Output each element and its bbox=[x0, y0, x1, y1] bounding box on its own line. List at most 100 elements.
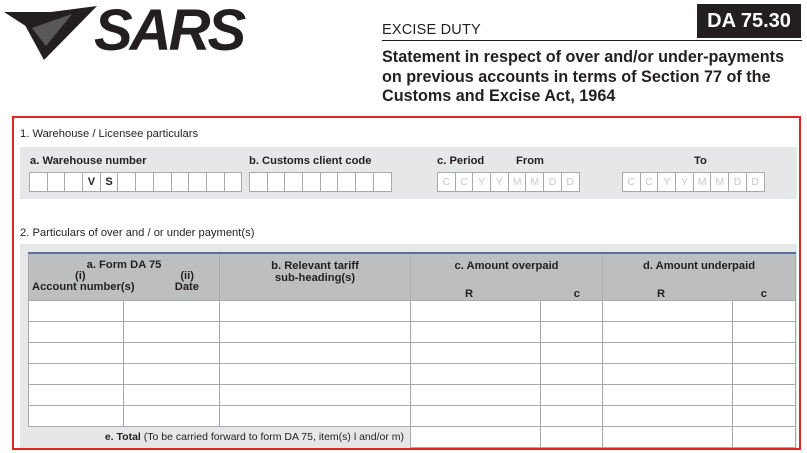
overpaid-cents-cell[interactable] bbox=[539, 363, 604, 385]
period-to-box[interactable]: Y bbox=[675, 172, 694, 192]
date-cell[interactable] bbox=[123, 363, 220, 385]
section2-title: 2. Particulars of over and / or under pa… bbox=[20, 227, 255, 239]
overpaid-rand-cell[interactable] bbox=[410, 321, 541, 343]
underpaid-rand-cell[interactable] bbox=[602, 363, 734, 385]
period-to-box[interactable]: C bbox=[622, 172, 641, 192]
date-cell[interactable] bbox=[123, 405, 220, 427]
period-from-field[interactable]: CCYYMMDD bbox=[437, 172, 580, 192]
period-to-box[interactable]: M bbox=[692, 172, 712, 192]
period-from-box[interactable]: C bbox=[437, 172, 456, 192]
col-account-number: Account number(s) bbox=[32, 281, 135, 293]
overpaid-rand-cell[interactable] bbox=[410, 363, 541, 385]
overpaid-rand-cell[interactable] bbox=[410, 342, 541, 364]
client-code-field[interactable] bbox=[249, 172, 392, 192]
period-from-box[interactable]: M bbox=[507, 172, 527, 192]
tariff-cell[interactable] bbox=[219, 384, 411, 406]
account-number-cell[interactable] bbox=[28, 405, 124, 427]
underpaid-cents-cell[interactable] bbox=[732, 405, 797, 427]
client-code-box[interactable] bbox=[355, 172, 374, 192]
underpaid-cents-cell[interactable] bbox=[732, 342, 797, 364]
warehouse-number-box[interactable] bbox=[29, 172, 48, 192]
tariff-cell[interactable] bbox=[219, 363, 411, 385]
total-overpaid-rand[interactable] bbox=[410, 426, 541, 448]
warehouse-number-box[interactable] bbox=[152, 172, 172, 192]
col-underpaid-label: d. Amount underpaid bbox=[642, 260, 756, 272]
underpaid-rand-cell[interactable] bbox=[602, 342, 734, 364]
logo-wordmark: SARS bbox=[94, 0, 246, 63]
col-overpaid-label: c. Amount overpaid bbox=[454, 260, 559, 272]
underpaid-cents-cell[interactable] bbox=[732, 300, 797, 322]
overpaid-cents-cell[interactable] bbox=[539, 300, 604, 322]
warehouse-number-box[interactable] bbox=[46, 172, 66, 192]
overpaid-rand-cell[interactable] bbox=[410, 384, 541, 406]
total-underpaid-rand[interactable] bbox=[602, 426, 734, 448]
account-number-cell[interactable] bbox=[28, 384, 124, 406]
client-code-box[interactable] bbox=[249, 172, 268, 192]
form-code-badge: DA 75.30 bbox=[697, 4, 801, 38]
warehouse-number-box[interactable] bbox=[117, 172, 137, 192]
underpaid-rand-cell[interactable] bbox=[602, 384, 734, 406]
underpaid-rand-cell[interactable] bbox=[602, 321, 734, 343]
overpaid-cents-cell[interactable] bbox=[539, 342, 604, 364]
client-code-box[interactable] bbox=[337, 172, 357, 192]
total-underpaid-cents[interactable] bbox=[732, 426, 797, 448]
warehouse-number-box[interactable]: S bbox=[99, 172, 119, 192]
date-cell[interactable] bbox=[123, 321, 220, 343]
overpaid-rand-cell[interactable] bbox=[410, 300, 541, 322]
client-code-box[interactable] bbox=[284, 172, 304, 192]
account-number-cell[interactable] bbox=[28, 342, 124, 364]
warehouse-number-box[interactable] bbox=[135, 172, 154, 192]
period-to-box[interactable]: C bbox=[639, 172, 659, 192]
client-code-box[interactable] bbox=[319, 172, 339, 192]
period-from-box[interactable]: D bbox=[543, 172, 562, 192]
overpaid-cents-cell[interactable] bbox=[539, 384, 604, 406]
period-to-field[interactable]: CCYYMMDD bbox=[622, 172, 765, 192]
period-to-box[interactable]: D bbox=[745, 172, 765, 192]
date-cell[interactable] bbox=[123, 384, 220, 406]
period-from-box[interactable]: D bbox=[560, 172, 580, 192]
client-code-box[interactable] bbox=[372, 172, 392, 192]
period-to-box[interactable]: Y bbox=[657, 172, 677, 192]
date-cell[interactable] bbox=[123, 300, 220, 322]
col-tariff-label: b. Relevant tariff sub-heading(s) bbox=[271, 260, 359, 284]
payments-table: a. Form DA 75 (i) (ii) Account number(s)… bbox=[28, 252, 797, 448]
period-from-label: From bbox=[516, 155, 544, 167]
period-from-box[interactable]: M bbox=[525, 172, 545, 192]
overpaid-cents-cell[interactable] bbox=[539, 321, 604, 343]
period-from-box[interactable]: Y bbox=[472, 172, 492, 192]
account-number-cell[interactable] bbox=[28, 321, 124, 343]
underpaid-cents-label: c bbox=[760, 288, 768, 300]
col-form-da75-header: a. Form DA 75 (i) (ii) Account number(s)… bbox=[28, 252, 220, 301]
warehouse-number-field[interactable]: VS bbox=[29, 172, 243, 192]
total-overpaid-cents[interactable] bbox=[539, 426, 604, 448]
warehouse-number-box[interactable] bbox=[205, 172, 225, 192]
overpaid-rand-cell[interactable] bbox=[410, 405, 541, 427]
tariff-cell[interactable] bbox=[219, 342, 411, 364]
period-from-box[interactable]: C bbox=[454, 172, 474, 192]
period-to-box[interactable]: D bbox=[728, 172, 747, 192]
date-cell[interactable] bbox=[123, 342, 220, 364]
overpaid-cents-label: c bbox=[573, 288, 581, 300]
tariff-cell[interactable] bbox=[219, 321, 411, 343]
tariff-cell[interactable] bbox=[219, 300, 411, 322]
client-code-box[interactable] bbox=[302, 172, 321, 192]
total-label: e. Total bbox=[104, 431, 141, 444]
underpaid-rand-cell[interactable] bbox=[602, 405, 734, 427]
tariff-cell[interactable] bbox=[219, 405, 411, 427]
client-code-box[interactable] bbox=[266, 172, 286, 192]
client-code-label: b. Customs client code bbox=[249, 155, 372, 167]
overpaid-cents-cell[interactable] bbox=[539, 405, 604, 427]
warehouse-number-box[interactable] bbox=[188, 172, 207, 192]
underpaid-cents-cell[interactable] bbox=[732, 321, 797, 343]
period-to-box[interactable]: M bbox=[710, 172, 730, 192]
account-number-cell[interactable] bbox=[28, 363, 124, 385]
underpaid-cents-cell[interactable] bbox=[732, 363, 797, 385]
warehouse-number-box[interactable] bbox=[223, 172, 243, 192]
underpaid-cents-cell[interactable] bbox=[732, 384, 797, 406]
warehouse-number-box[interactable] bbox=[64, 172, 84, 192]
warehouse-number-box[interactable]: V bbox=[82, 172, 101, 192]
underpaid-rand-cell[interactable] bbox=[602, 300, 734, 322]
account-number-cell[interactable] bbox=[28, 300, 124, 322]
warehouse-number-box[interactable] bbox=[170, 172, 190, 192]
period-from-box[interactable]: Y bbox=[490, 172, 509, 192]
